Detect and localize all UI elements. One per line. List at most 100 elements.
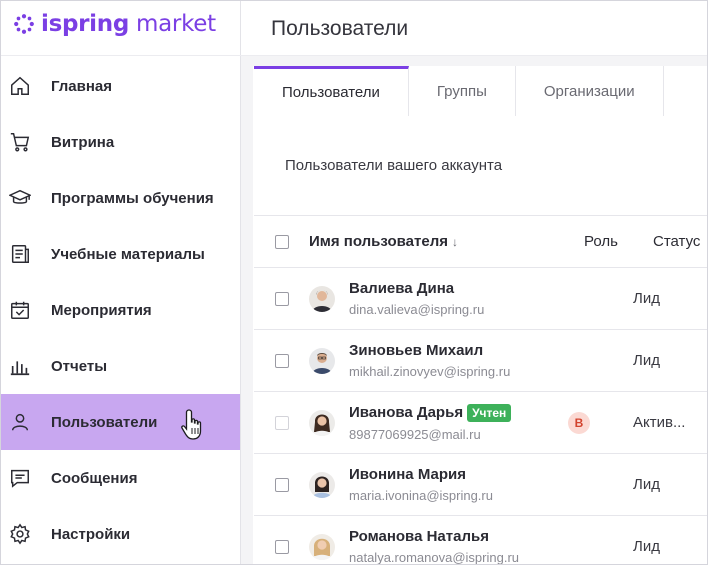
sidebar-item-showcase[interactable]: Витрина	[1, 114, 240, 170]
column-header-role[interactable]: Роль	[584, 233, 653, 250]
page-title: Пользователи	[271, 17, 409, 40]
user-email: natalya.romanova@ispring.ru	[349, 550, 520, 565]
page-background	[241, 56, 707, 66]
sort-arrow-icon: ↓	[451, 234, 458, 249]
user-email: mikhail.zinovyev@ispring.ru	[349, 364, 511, 379]
avatar	[309, 409, 335, 436]
user-info: Зиновьев Михаил mikhail.zinovyev@ispring…	[349, 342, 510, 379]
sidebar-item-label: Настройки	[51, 525, 131, 543]
status-cell: Лид	[633, 352, 660, 369]
avatar	[309, 347, 335, 374]
sidebar-item-label: Отчеты	[51, 357, 108, 375]
gear-icon	[9, 523, 31, 545]
sidebar-nav: Главная Витрина Программы обучения Учебн…	[1, 58, 240, 562]
sidebar-item-label: Витрина	[51, 133, 115, 151]
user-cell: Зиновьев Михаил mikhail.zinovyev@ispring…	[309, 342, 564, 379]
row-checkbox[interactable]	[275, 353, 289, 368]
user-icon	[9, 411, 31, 433]
table-row[interactable]: Ивонина Мария maria.ivonina@ispring.ru Л…	[254, 454, 707, 516]
user-cell: Иванова Дарья Учтен 89877069925@mail.ru	[309, 403, 564, 442]
table-row[interactable]: Валиева Дина dina.valieva@ispring.ru Лид	[254, 268, 707, 330]
page-background	[241, 56, 253, 564]
user-info: Валиева Дина dina.valieva@ispring.ru	[349, 280, 484, 317]
sidebar-item-label: Сообщения	[51, 469, 138, 487]
sidebar-item-home[interactable]: Главная	[1, 58, 240, 114]
user-name-line: Романова Наталья	[349, 528, 519, 545]
sidebar-item-label: Программы обучения	[51, 189, 214, 207]
document-icon	[9, 243, 31, 265]
column-header-name[interactable]: Имя пользователя ↓	[309, 233, 584, 250]
bar-chart-icon	[9, 355, 31, 377]
sidebar-item-label: Мероприятия	[51, 301, 152, 319]
sidebar: ispring market Главная Витрина Программы…	[1, 1, 241, 564]
main-content: Пользователи Пользователи Группы Организ…	[241, 1, 707, 565]
user-email: maria.ivonina@ispring.ru	[349, 488, 493, 503]
user-name[interactable]: Зиновьев Михаил	[349, 342, 483, 359]
logo[interactable]: ispring market	[13, 7, 216, 41]
column-header-status[interactable]: Статус	[653, 233, 700, 250]
home-icon	[9, 75, 31, 97]
user-info: Романова Наталья natalya.romanova@isprin…	[349, 528, 520, 565]
tab-groups[interactable]: Группы	[408, 66, 516, 116]
app-window: ispring market Главная Витрина Программы…	[0, 0, 708, 565]
column-header-label: Имя пользователя	[309, 233, 448, 250]
table-header: Имя пользователя ↓ Роль Статус	[254, 215, 707, 268]
user-cell: Ивонина Мария maria.ivonina@ispring.ru	[309, 466, 564, 503]
status-cell: Лид	[633, 290, 660, 307]
select-all-checkbox[interactable]	[275, 234, 289, 249]
user-name-line: Зиновьев Михаил	[349, 342, 510, 359]
cart-icon	[9, 131, 31, 153]
sidebar-item-messages[interactable]: Сообщения	[1, 450, 240, 506]
user-cell: Романова Наталья natalya.romanova@isprin…	[309, 528, 564, 565]
table-row[interactable]: Зиновьев Михаил mikhail.zinovyev@ispring…	[254, 330, 707, 392]
sidebar-item-programs[interactable]: Программы обучения	[1, 170, 240, 226]
table-row[interactable]: Иванова Дарья Учтен 89877069925@mail.ru …	[254, 392, 707, 454]
user-name[interactable]: Иванова Дарья	[349, 404, 463, 421]
user-info: Ивонина Мария maria.ivonina@ispring.ru	[349, 466, 493, 503]
avatar	[309, 285, 335, 312]
ispring-logo-icon	[14, 14, 34, 34]
tab-more[interactable]	[663, 66, 707, 116]
user-email: 89877069925@mail.ru	[349, 426, 481, 442]
logo-text: ispring market	[41, 11, 216, 37]
user-email: dina.valieva@ispring.ru	[349, 302, 485, 317]
user-name-line: Валиева Дина	[349, 280, 484, 297]
status-cell: Лид	[633, 538, 660, 555]
page-subtitle: Пользователи вашего аккаунта	[285, 157, 503, 174]
sidebar-item-users[interactable]: Пользователи	[1, 394, 240, 450]
tab-bar: Пользователи Группы Организации	[254, 66, 707, 116]
message-icon	[9, 467, 31, 489]
avatar	[309, 471, 335, 498]
role-badge: B	[568, 411, 590, 434]
divider	[1, 55, 241, 56]
row-checkbox[interactable]	[275, 477, 289, 492]
sidebar-item-events[interactable]: Мероприятия	[1, 282, 240, 338]
user-name-line: Иванова Дарья Учтен	[349, 403, 512, 422]
user-name-line: Ивонина Мария	[349, 466, 493, 483]
row-checkbox[interactable]	[275, 291, 289, 306]
status-cell: Лид	[633, 476, 660, 493]
user-name[interactable]: Ивонина Мария	[349, 466, 466, 483]
user-cell: Валиева Дина dina.valieva@ispring.ru	[309, 280, 564, 317]
user-name[interactable]: Романова Наталья	[349, 528, 489, 545]
tab-users[interactable]: Пользователи	[254, 66, 409, 116]
user-info: Иванова Дарья Учтен 89877069925@mail.ru	[349, 403, 512, 442]
status-cell: Актив...	[633, 414, 686, 431]
hand-pointer-icon	[181, 409, 202, 440]
avatar	[309, 533, 335, 560]
users-table: Имя пользователя ↓ Роль Статус Валиева Д…	[254, 215, 707, 565]
user-name[interactable]: Валиева Дина	[349, 280, 454, 297]
tab-organizations[interactable]: Организации	[515, 66, 664, 116]
status-badge: Учтен	[467, 403, 512, 422]
sidebar-item-label: Главная	[51, 77, 113, 95]
sidebar-item-reports[interactable]: Отчеты	[1, 338, 240, 394]
table-row[interactable]: Романова Наталья natalya.romanova@isprin…	[254, 516, 707, 565]
role-cell: B	[564, 411, 633, 434]
sidebar-item-materials[interactable]: Учебные материалы	[1, 226, 240, 282]
graduation-cap-icon	[9, 187, 31, 209]
sidebar-item-settings[interactable]: Настройки	[1, 506, 240, 562]
row-checkbox[interactable]	[275, 539, 289, 554]
sidebar-item-label: Учебные материалы	[51, 245, 205, 263]
row-checkbox[interactable]	[275, 415, 289, 430]
calendar-check-icon	[9, 299, 31, 321]
